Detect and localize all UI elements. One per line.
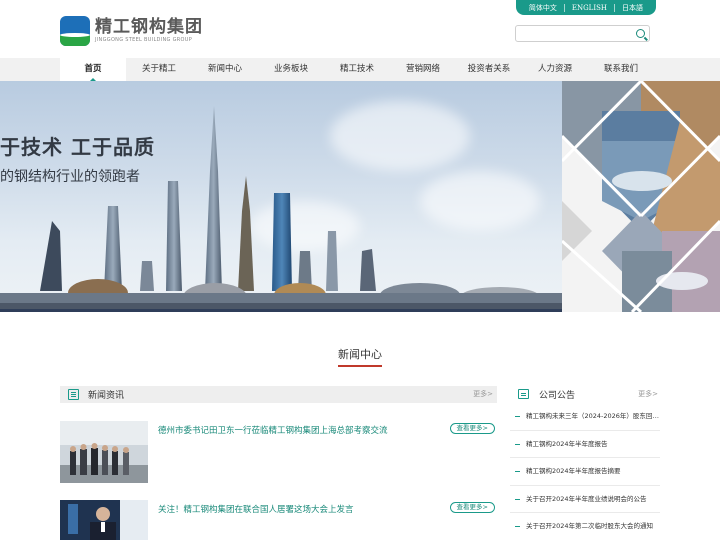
search-box xyxy=(515,25,650,46)
announcement-item[interactable]: 精工钢构2024年半年度报告 xyxy=(510,431,660,458)
announcement-item[interactable]: 精工钢构未来三年（2024-2026年）股东回报规划 xyxy=(510,403,660,431)
site-logo[interactable]: 精工钢构集团 JINGGONG STEEL BUILDING GROUP xyxy=(60,16,203,46)
news-panel-header: 新闻资讯 更多> xyxy=(60,386,497,403)
news-item-title[interactable]: 德州市委书记田卫东一行莅临精工钢构集团上海总部考察交流 xyxy=(158,424,388,436)
banner-skyline-image: 于技术 工于品质 的钢结构行业的领跑者 xyxy=(0,81,562,312)
hero-banner[interactable]: 于技术 工于品质 的钢结构行业的领跑者 xyxy=(0,81,720,312)
search-input[interactable] xyxy=(516,31,628,46)
news-item[interactable]: 关注！精工钢构集团在联合国人居署这场大会上发言 查看更多> xyxy=(60,500,497,540)
banner-bottom-strip xyxy=(0,309,562,312)
announcements-list: 精工钢构未来三年（2024-2026年）股东回报规划 精工钢构2024年半年度报… xyxy=(510,403,660,540)
news-center-title: 新闻中心 xyxy=(338,348,382,361)
language-switcher: 简体中文 ENGLISH 日本語 xyxy=(515,0,656,15)
announcements-header: 公司公告 更多> xyxy=(510,386,660,403)
logo-name-en: JINGGONG STEEL BUILDING GROUP xyxy=(95,37,193,43)
nav-item-marketing[interactable]: 营销网络 xyxy=(390,58,456,81)
nav-item-news[interactable]: 新闻中心 xyxy=(192,58,258,81)
nav-item-business[interactable]: 业务板块 xyxy=(258,58,324,81)
announcement-icon xyxy=(518,389,529,399)
announcement-item[interactable]: 关于召开2024年半年度业绩说明会的公告 xyxy=(510,486,660,513)
project-collage-image xyxy=(562,81,720,312)
nav-item-investors[interactable]: 投资者关系 xyxy=(456,58,522,81)
lang-japanese[interactable]: 日本語 xyxy=(615,3,650,13)
site-header: 精工钢构集团 JINGGONG STEEL BUILDING GROUP 简体中… xyxy=(0,0,720,58)
logo-name-cn: 精工钢构集团 xyxy=(95,17,203,37)
nav-item-home[interactable]: 首页 xyxy=(60,58,126,81)
nav-item-about[interactable]: 关于精工 xyxy=(126,58,192,81)
logo-icon xyxy=(60,16,90,46)
news-center-underline xyxy=(338,365,382,367)
news-thumbnail[interactable] xyxy=(60,500,148,540)
news-item[interactable]: 德州市委书记田卫东一行莅临精工钢构集团上海总部考察交流 查看更多> xyxy=(60,421,497,483)
banner-project-collage xyxy=(562,81,720,312)
announcement-item[interactable]: 关于召开2024年第二次临时股东大会的通知 xyxy=(510,513,660,540)
nav-item-hr[interactable]: 人力资源 xyxy=(522,58,588,81)
view-more-button[interactable]: 查看更多> xyxy=(449,423,495,434)
lang-english[interactable]: ENGLISH xyxy=(565,4,614,12)
page: 精工钢构集团 JINGGONG STEEL BUILDING GROUP 简体中… xyxy=(0,0,720,540)
news-thumbnail[interactable] xyxy=(60,421,148,483)
nav-item-technology[interactable]: 精工技术 xyxy=(324,58,390,81)
search-icon[interactable] xyxy=(636,29,645,38)
nav-item-contact[interactable]: 联系我们 xyxy=(588,58,654,81)
skyline-illustration xyxy=(0,106,562,311)
main-nav: 首页 关于精工 新闻中心 业务板块 精工技术 营销网络 投资者关系 人力资源 联… xyxy=(0,58,720,81)
lang-simplified-chinese[interactable]: 简体中文 xyxy=(522,3,564,13)
news-item-title[interactable]: 关注！精工钢构集团在联合国人居署这场大会上发言 xyxy=(158,503,354,515)
news-icon xyxy=(68,389,79,400)
announcements-title: 公司公告 xyxy=(539,391,576,401)
announcements-more-link[interactable]: 更多> xyxy=(638,389,658,399)
news-panel-title: 新闻资讯 xyxy=(88,391,125,401)
view-more-button[interactable]: 查看更多> xyxy=(449,502,495,513)
news-more-link[interactable]: 更多> xyxy=(473,389,493,399)
announcement-item[interactable]: 精工钢构2024年半年度报告摘要 xyxy=(510,458,660,486)
